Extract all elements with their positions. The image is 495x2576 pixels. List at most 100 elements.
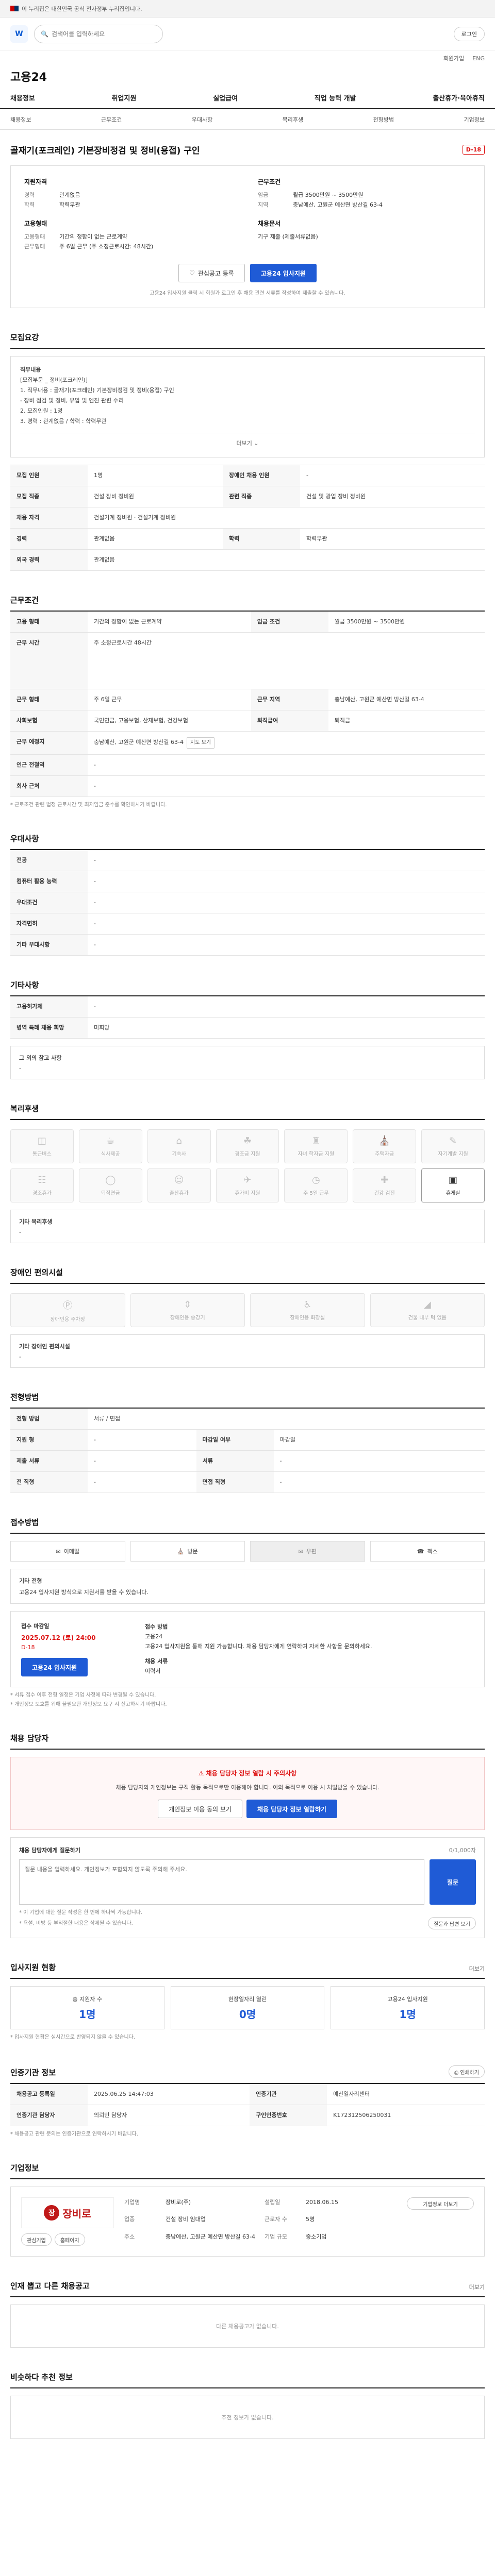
method-email: ✉ 이메일	[10, 1541, 125, 1562]
brand-name[interactable]: 고용24	[10, 68, 47, 84]
tile-label: 장애인용 화장실	[290, 1315, 325, 1321]
parking-icon: Ⓟ	[63, 1300, 73, 1311]
company-bookmark-button[interactable]: 관심기업	[21, 2233, 52, 2246]
tab-selection[interactable]: 전형방법	[373, 115, 394, 124]
table-row: 고용 형태 기간의 정함이 없는 근로계약 임금 조건 월급 3500만원 ~ 350…	[10, 612, 485, 633]
summary-block-title: 지원자격	[24, 178, 47, 185]
company-jobs-more-link[interactable]: 더보기	[469, 2283, 485, 2291]
view-contact-button[interactable]: 채용 담당자 정보 열람하기	[246, 1800, 337, 1818]
row-value: 의뢰인 담당자	[88, 2105, 250, 2126]
mail-icon: ✉	[56, 1548, 61, 1555]
brand-row: 고용24	[0, 66, 495, 87]
gnb-item-support[interactable]: 취업지원	[112, 93, 137, 103]
method-label: 팩스	[427, 1548, 438, 1555]
qa-textarea[interactable]	[19, 1859, 424, 1905]
desc-title: 직무내용	[20, 366, 41, 373]
stat-label: 현장일자리 열린	[228, 1995, 267, 2003]
qa-list-button[interactable]: 질문과 답변 보기	[428, 1917, 476, 1929]
company-more-button[interactable]: 기업정보 더보기	[407, 2197, 474, 2210]
privacy-consent-button[interactable]: 개인정보 이용 동의 보기	[158, 1800, 242, 1818]
welfare-tile: ☺ 출산휴가	[147, 1168, 211, 1202]
gov-banner-text: 이 누리집은 대한민국 공식 전자정부 누리집입니다.	[22, 5, 142, 12]
row-value: -	[88, 934, 485, 956]
row-key: 인증기관 담당자	[10, 2105, 88, 2126]
stat-value: 1명	[399, 2008, 416, 2021]
tab-welfare[interactable]: 복리후생	[283, 115, 303, 124]
section-head: 인증기관 정보 ⎙ 인쇄하기	[10, 2065, 485, 2084]
top-bar: W 🔍 로그인	[0, 18, 495, 50]
stats-more-link[interactable]: 더보기	[469, 1964, 485, 1973]
site-logo[interactable]: W	[10, 25, 28, 43]
summary-block-title: 근무조건	[258, 178, 281, 185]
method-post: ✉ 우편	[250, 1541, 365, 1562]
job-description: 직무내용 [모집부문 _ 정비(포크레인)] 1. 직무내용 : 골재기(포크레…	[10, 356, 485, 457]
qa-submit-button[interactable]: 질문	[430, 1859, 476, 1905]
method-fax: ☎ 팩스	[370, 1541, 485, 1562]
search-bar[interactable]: 🔍	[34, 24, 163, 43]
table-row: 모집 인원 1명 장애인 채용 인원 -	[10, 465, 485, 486]
welfare-tile: ☘ 경조금 지원	[216, 1129, 279, 1163]
section-title: 전형방법	[10, 1392, 485, 1409]
tab-company[interactable]: 기업정보	[464, 115, 484, 124]
kv-value: 기구 제출 (제출서류없음)	[258, 233, 318, 240]
kv-key: 학력	[24, 201, 35, 208]
home-loan-icon: ⛪	[378, 1136, 390, 1146]
login-button[interactable]: 로그인	[453, 26, 485, 41]
company-home-button[interactable]: 홈페이지	[54, 2233, 85, 2246]
table-row: 인증기관 담당자 의뢰인 담당자 구인인증번호 K172312506250031	[10, 2105, 485, 2126]
section-disability: 장애인 편의시설 Ⓟ 장애인용 주차장 ⇕ 장애인용 승강기 ♿ 장애인용 화장실 ◢…	[10, 1267, 485, 1368]
section-title: 비슷하다 추천 정보	[10, 2371, 485, 2388]
section-title: 채용 담당자	[10, 1733, 485, 1750]
stat-label: 고용24 입사지원	[387, 1995, 428, 2003]
more-button[interactable]: 더보기 ⌄	[20, 433, 475, 449]
tile-label: 주 5일 근무	[303, 1191, 329, 1196]
row-key: 근무 형태	[10, 689, 88, 710]
gnb-item-training[interactable]: 직업 능력 개발	[315, 93, 356, 103]
gnb-item-leave[interactable]: 출산휴가·육아휴직	[433, 93, 485, 103]
gov-banner: 이 누리집은 대한민국 공식 전자정부 누리집입니다.	[0, 0, 495, 18]
row-value: -	[300, 465, 485, 486]
ramp-icon: ◢	[423, 1299, 431, 1310]
section-title: 복리후생	[10, 1103, 485, 1120]
util-link-eng[interactable]: ENG	[472, 55, 485, 62]
tile-label: 경조금 지원	[235, 1151, 260, 1157]
bookmark-label: 관심공고 등록	[197, 269, 234, 277]
kv-value: 장비로(주)	[166, 2199, 191, 2206]
welfare-grid: ◫ 통근버스 ☕ 식사제공 ⌂ 기숙사 ☘ 경조금 지원 ♜ 자녀 학자금 지원 ⛪ 주택자…	[10, 1129, 485, 1202]
row-key: 회사 근처	[10, 775, 88, 797]
gnb-item-jobs[interactable]: 채용정보	[10, 93, 35, 103]
tile-label: 퇴직연금	[101, 1191, 120, 1196]
apply-button-bottom[interactable]: 고용24 입사지원	[21, 1658, 88, 1676]
map-button[interactable]: 지도 보기	[187, 737, 214, 749]
address-text: 충남예산, 고원군 예산면 방산길 63-4	[94, 739, 184, 745]
qa-header: 채용 담당자에게 질문하기 0/1,000자	[19, 1846, 476, 1854]
global-nav: 채용정보 취업지원 실업급여 직업 능력 개발 출산휴가·육아휴직	[0, 87, 495, 109]
util-link-signup[interactable]: 회원가입	[443, 54, 464, 62]
qa-input-row: 질문	[19, 1859, 476, 1905]
search-input[interactable]	[51, 30, 156, 38]
tab-conditions[interactable]: 근무조건	[101, 115, 122, 124]
row-value: 주 소정근로시간 48시간	[88, 632, 485, 689]
kv-key: 경력	[24, 192, 35, 198]
apply-button[interactable]: 고용24 입사지원	[250, 264, 317, 282]
company-logo-col: 장 장비로 관심기업 홈페이지	[21, 2197, 114, 2246]
row-key: 외국 경력	[10, 549, 88, 571]
tab-preferences[interactable]: 우대사항	[192, 115, 212, 124]
company-logo-actions: 관심기업 홈페이지	[21, 2233, 114, 2246]
desc-line: 1. 직무내용 : 골재기(포크레인) 기본장비정검 및 정비(용접) 구인	[20, 387, 174, 394]
summary-actions: ♡ 관심공고 등록 고용24 입사지원	[24, 264, 471, 282]
tile-label: 장애인용 주차장	[50, 1316, 86, 1323]
section-recommend: 비슷하다 추천 정보 추천 정보가 없습니다.	[10, 2371, 485, 2439]
row-key: 모집 인원	[10, 465, 88, 486]
tab-recruit[interactable]: 채용정보	[10, 115, 31, 124]
section-title: 모집요강	[10, 332, 485, 349]
print-button[interactable]: ⎙ 인쇄하기	[449, 2065, 485, 2078]
table-row: 지원 형 - 마감일 여부 마감일	[10, 1429, 485, 1451]
gnb-item-benefit[interactable]: 실업급여	[213, 93, 238, 103]
method-label: 우편	[306, 1548, 317, 1555]
bookmark-button[interactable]: ♡ 관심공고 등록	[178, 264, 245, 282]
coin-icon: ◯	[105, 1175, 116, 1185]
deadline-box: 접수 마감일 2025.07.12 (토) 24:00 D-18 고용24 입사…	[10, 1611, 485, 1687]
apply-note: * 서류 접수 이후 전형 일정은 기업 사정에 따라 변경될 수 있습니다.	[10, 1692, 156, 1698]
cap-icon: ♜	[311, 1136, 320, 1146]
